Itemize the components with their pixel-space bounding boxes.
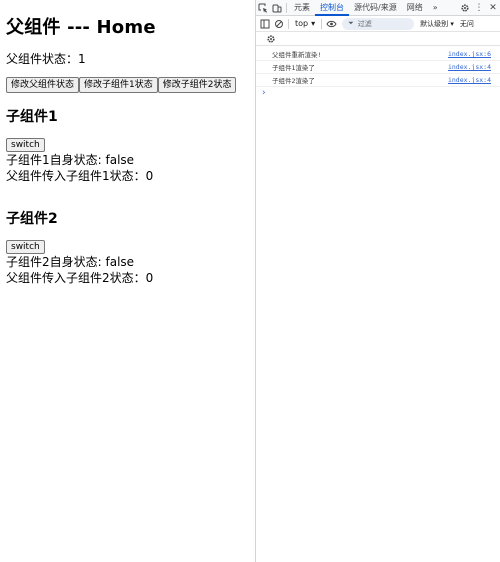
- parent-state-text: 父组件状态：1: [6, 52, 86, 66]
- app-page: 父组件 --- Home 父组件状态：1 修改父组件状态 修改子组件1状态 修改…: [0, 0, 255, 562]
- console-settings-row: [256, 32, 500, 46]
- clear-console-icon[interactable]: [272, 17, 286, 31]
- more-tabs-icon[interactable]: »: [428, 0, 443, 16]
- context-select[interactable]: top ▾: [291, 19, 319, 28]
- tab-console[interactable]: 控制台: [315, 0, 349, 16]
- child2-passed-state: 父组件传入子组件2状态：0: [6, 271, 154, 285]
- toolbar-separator: [321, 18, 323, 29]
- context-select-value: top: [295, 19, 309, 28]
- console-log-list: 父组件重新渲染! index.jsx:6 子组件1渲染了 index.jsx:4…: [256, 48, 500, 99]
- log-levels-label: 默认级别: [420, 19, 449, 28]
- child1-passed-state: 父组件传入子组件1状态：0: [6, 169, 154, 183]
- filter-placeholder: 过滤: [357, 19, 372, 28]
- inspect-element-icon[interactable]: [256, 1, 270, 15]
- child1-title: 子组件1: [6, 109, 58, 125]
- modify-child1-state-button[interactable]: 修改子组件1状态: [79, 77, 158, 93]
- log-source-link[interactable]: index.jsx:4: [448, 63, 491, 71]
- tab-sources[interactable]: 源代码/来源: [349, 0, 402, 16]
- more-options-icon[interactable]: ⋮: [472, 1, 486, 15]
- devtools-actions: ⋮ ✕: [458, 1, 500, 15]
- page-title: 父组件 --- Home: [6, 17, 156, 38]
- console-toolbar: top ▾ ⏷ 过滤 默认级别 ▾ 无问: [256, 16, 500, 32]
- log-message: 父组件重新渲染!: [272, 51, 322, 59]
- log-source-link[interactable]: index.jsx:4: [448, 76, 491, 84]
- filter-icon: ⏷: [348, 19, 354, 27]
- chevron-down-icon: ▾: [311, 19, 316, 28]
- child1-self-state: 子组件1自身状态: false: [6, 153, 135, 167]
- child2-switch-button[interactable]: switch: [6, 240, 45, 254]
- devtools-panel: 元素 控制台 源代码/来源 网络 » ⋮ ✕ top ▾ ⏷ 过滤 默认级别 ▾…: [256, 0, 500, 562]
- modify-child2-state-button[interactable]: 修改子组件2状态: [157, 77, 237, 93]
- tab-elements[interactable]: 元素: [289, 0, 315, 16]
- console-settings-gear-icon[interactable]: [264, 32, 278, 46]
- console-prompt[interactable]: ›: [256, 87, 500, 99]
- child2-title: 子组件2: [6, 211, 58, 227]
- child1-section: 子组件1 switch 子组件1自身状态: false 父组件传入子组件1状态：…: [6, 108, 249, 184]
- button-row: 修改父组件状态 修改子组件1状态 修改子组件2状态: [6, 77, 249, 93]
- tab-separator: [286, 2, 287, 13]
- child1-switch-button[interactable]: switch: [6, 138, 45, 152]
- settings-gear-icon[interactable]: [458, 1, 472, 15]
- filter-input[interactable]: ⏷ 过滤: [342, 17, 415, 30]
- chevron-down-icon: ▾: [450, 19, 454, 28]
- devtools-tab-bar: 元素 控制台 源代码/来源 网络 » ⋮ ✕: [256, 0, 500, 16]
- live-expression-eye-icon[interactable]: [324, 17, 338, 31]
- console-log-row: 子组件1渲染了 index.jsx:4: [256, 61, 500, 74]
- log-source-link[interactable]: index.jsx:6: [448, 50, 491, 58]
- child2-self-state: 子组件2自身状态: false: [6, 255, 135, 269]
- toolbar-separator: [288, 18, 289, 29]
- close-icon[interactable]: ✕: [486, 1, 500, 15]
- sidebar-toggle-icon[interactable]: [258, 17, 272, 31]
- tab-network[interactable]: 网络: [402, 0, 428, 16]
- console-log-row: 父组件重新渲染! index.jsx:6: [256, 48, 500, 61]
- modify-parent-state-button[interactable]: 修改父组件状态: [6, 77, 80, 93]
- log-message: 子组件1渲染了: [272, 64, 315, 72]
- console-log-row: 子组件2渲染了 index.jsx:4: [256, 74, 500, 87]
- log-message: 子组件2渲染了: [272, 77, 315, 85]
- device-toolbar-icon[interactable]: [270, 1, 284, 15]
- log-levels-dropdown[interactable]: 默认级别 ▾: [420, 19, 454, 29]
- issues-indicator[interactable]: 无问: [460, 19, 474, 29]
- child2-section: 子组件2 switch 子组件2自身状态: false 父组件传入子组件2状态：…: [6, 210, 249, 286]
